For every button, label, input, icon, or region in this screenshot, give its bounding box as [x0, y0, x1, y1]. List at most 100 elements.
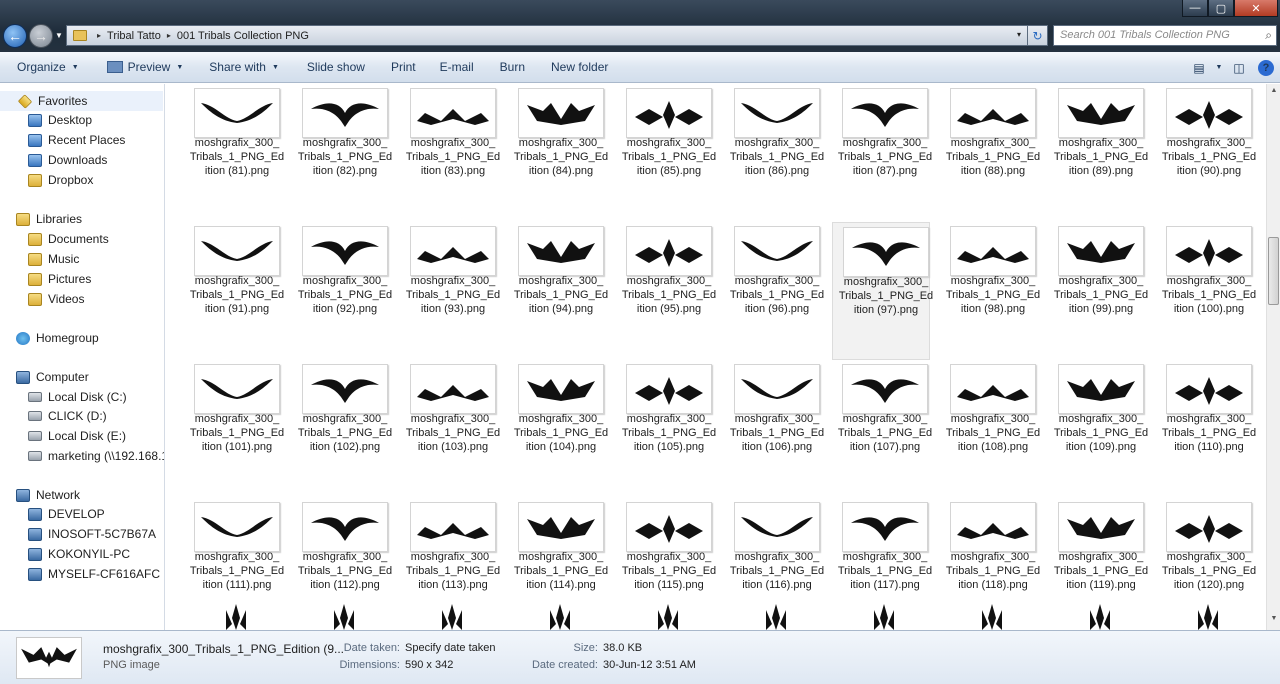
file-item[interactable]: moshgrafix_300_ Tribals_1_PNG_Ed ition (83…	[400, 84, 500, 222]
file-item[interactable]: moshgrafix_300_ Tribals_1_PNG_Ed ition (91…	[184, 222, 284, 360]
file-item[interactable]: moshgrafix_300_ Tribals_1_PNG_Ed ition (10…	[400, 360, 500, 498]
email-button[interactable]: E-mail	[432, 52, 482, 83]
file-item[interactable]: moshgrafix_300_ Tribals_1_PNG_Ed ition (10…	[292, 360, 392, 498]
sidebar-item-recent-places[interactable]: Recent Places	[28, 130, 125, 150]
file-item[interactable]: moshgrafix_300_ Tribals_1_PNG_Ed ition (10…	[724, 360, 824, 498]
preview-pane-button[interactable]: ◫	[1226, 52, 1252, 83]
sidebar-item-dropbox[interactable]: Dropbox	[28, 170, 93, 190]
sidebar-item-marketing-share[interactable]: marketing (\\192.168.1.	[28, 446, 164, 466]
file-item[interactable]: moshgrafix_300_ Tribals_1_PNG_Ed ition (86…	[724, 84, 824, 222]
sidebar-item-desktop[interactable]: Desktop	[28, 110, 92, 130]
sidebar-item-videos[interactable]: Videos	[28, 289, 84, 309]
vertical-scrollbar[interactable]: ▲ ▼	[1266, 84, 1280, 630]
file-item[interactable]: moshgrafix_300_ Tribals_1_PNG_Ed ition (10…	[184, 360, 284, 498]
file-item[interactable]: moshgrafix_300_ Tribals_1_PNG_Ed ition (94…	[508, 222, 608, 360]
sidebar-favorites[interactable]: Favorites	[0, 91, 163, 111]
burn-button[interactable]: Burn	[492, 52, 533, 83]
file-item[interactable]: moshgrafix_300_ Tribals_1_PNG_Ed ition (10…	[1048, 360, 1148, 498]
file-item[interactable]: moshgrafix_300_ Tribals_1_PNG_Ed ition (81…	[184, 84, 284, 222]
file-thumbnail-partial[interactable]	[870, 604, 898, 630]
breadcrumb-tribal-tatto[interactable]: Tribal Tatto	[107, 30, 161, 42]
sidebar-homegroup[interactable]: Homegroup	[16, 328, 99, 348]
sidebar-item-myself[interactable]: MYSELF-CF616AFC	[28, 564, 160, 584]
tribal-icon	[851, 103, 919, 127]
organize-button[interactable]: Organize ▼	[9, 52, 87, 83]
tribal-icon	[527, 379, 595, 401]
change-view-button[interactable]: ▤	[1186, 52, 1212, 83]
forward-button[interactable]: →	[29, 24, 53, 48]
file-item[interactable]: moshgrafix_300_ Tribals_1_PNG_Ed ition (88…	[940, 84, 1040, 222]
file-item[interactable]: moshgrafix_300_ Tribals_1_PNG_Ed ition (95…	[616, 222, 716, 360]
recent-pages-dropdown[interactable]: ▼	[55, 31, 63, 40]
breadcrumb-separator[interactable]: ▸	[167, 31, 171, 40]
help-button[interactable]: ?	[1258, 59, 1274, 76]
address-dropdown-icon[interactable]: ▾	[1017, 30, 1021, 39]
new-folder-button[interactable]: New folder	[543, 52, 616, 83]
file-item[interactable]: moshgrafix_300_ Tribals_1_PNG_Ed ition (97…	[832, 222, 933, 360]
file-thumbnail-partial[interactable]	[1194, 604, 1222, 630]
sidebar-item-local-disk-c[interactable]: Local Disk (C:)	[28, 387, 127, 407]
scroll-up-icon[interactable]: ▲	[1269, 87, 1279, 99]
sidebar-item-develop[interactable]: DEVELOP	[28, 504, 105, 524]
file-item[interactable]: moshgrafix_300_ Tribals_1_PNG_Ed ition (90…	[1156, 84, 1256, 222]
view-options-dropdown[interactable]: ▼	[1212, 52, 1226, 83]
maximize-button[interactable]: ▢	[1208, 0, 1234, 17]
file-thumbnail-partial[interactable]	[1086, 604, 1114, 630]
file-item[interactable]: moshgrafix_300_ Tribals_1_PNG_Ed ition (82…	[292, 84, 392, 222]
file-thumbnail-partial[interactable]	[222, 604, 250, 630]
file-item[interactable]: moshgrafix_300_ Tribals_1_PNG_Ed ition (96…	[724, 222, 824, 360]
breadcrumb-current-folder[interactable]: 001 Tribals Collection PNG	[177, 30, 309, 42]
share-with-button[interactable]: Share with ▼	[201, 52, 287, 83]
tribal-icon	[957, 247, 1029, 263]
sidebar-item-inosoft[interactable]: INOSOFT-5C7B67A	[28, 524, 156, 544]
search-input[interactable]: Search 001 Tribals Collection PNG ⌕	[1053, 25, 1277, 46]
file-item[interactable]: moshgrafix_300_ Tribals_1_PNG_Ed ition (10…	[508, 360, 608, 498]
file-item[interactable]: moshgrafix_300_ Tribals_1_PNG_Ed ition (98…	[940, 222, 1040, 360]
sidebar-libraries[interactable]: Libraries	[16, 209, 82, 229]
sidebar-network[interactable]: Network	[16, 485, 80, 505]
back-button[interactable]: ←	[3, 24, 27, 48]
scrollbar-thumb[interactable]	[1268, 237, 1279, 305]
file-thumbnail-partial[interactable]	[762, 604, 790, 630]
file-thumbnail-partial[interactable]	[978, 604, 1006, 630]
search-placeholder: Search 001 Tribals Collection PNG	[1060, 29, 1230, 41]
breadcrumb-separator[interactable]: ▸	[97, 31, 101, 40]
file-item[interactable]: moshgrafix_300_ Tribals_1_PNG_Ed ition (10…	[832, 360, 932, 498]
file-item[interactable]: moshgrafix_300_ Tribals_1_PNG_Ed ition (10…	[940, 360, 1040, 498]
file-item[interactable]: moshgrafix_300_ Tribals_1_PNG_Ed ition (93…	[400, 222, 500, 360]
file-item[interactable]: moshgrafix_300_ Tribals_1_PNG_Ed ition (11…	[1156, 360, 1256, 498]
sidebar-label: Dropbox	[48, 173, 94, 187]
search-icon[interactable]: ⌕	[1265, 28, 1272, 43]
file-thumbnail-partial[interactable]	[546, 604, 574, 630]
close-button[interactable]: ✕	[1234, 0, 1278, 17]
file-thumbnail	[302, 364, 388, 414]
scroll-down-icon[interactable]: ▼	[1269, 615, 1279, 627]
file-thumbnail-partial[interactable]	[330, 604, 358, 630]
address-bar[interactable]: ▸ Tribal Tatto ▸ 001 Tribals Collection …	[66, 25, 1028, 46]
sidebar-item-local-disk-e[interactable]: Local Disk (E:)	[28, 426, 126, 446]
file-thumbnail-partial[interactable]	[438, 604, 466, 630]
date-taken-value[interactable]: Specify date taken	[405, 642, 496, 654]
file-item[interactable]: moshgrafix_300_ Tribals_1_PNG_Ed ition (99…	[1048, 222, 1148, 360]
sidebar-item-documents[interactable]: Documents	[28, 229, 109, 249]
file-thumbnail-partial[interactable]	[654, 604, 682, 630]
sidebar-item-click-d[interactable]: CLICK (D:)	[28, 406, 107, 426]
print-button[interactable]: Print	[383, 52, 424, 83]
file-item[interactable]: moshgrafix_300_ Tribals_1_PNG_Ed ition (84…	[508, 84, 608, 222]
sidebar-item-pictures[interactable]: Pictures	[28, 269, 91, 289]
file-item[interactable]: moshgrafix_300_ Tribals_1_PNG_Ed ition (87…	[832, 84, 932, 222]
slide-show-button[interactable]: Slide show	[299, 52, 373, 83]
minimize-button[interactable]: —	[1182, 0, 1208, 17]
file-thumbnail	[302, 502, 388, 552]
sidebar-item-music[interactable]: Music	[28, 249, 79, 269]
file-item[interactable]: moshgrafix_300_ Tribals_1_PNG_Ed ition (92…	[292, 222, 392, 360]
sidebar-computer[interactable]: Computer	[16, 367, 89, 387]
sidebar-item-kokonyil[interactable]: KOKONYIL-PC	[28, 544, 130, 564]
refresh-button[interactable]: ↻	[1028, 25, 1048, 46]
file-item[interactable]: moshgrafix_300_ Tribals_1_PNG_Ed ition (10…	[1156, 222, 1256, 360]
file-item[interactable]: moshgrafix_300_ Tribals_1_PNG_Ed ition (85…	[616, 84, 716, 222]
file-item[interactable]: moshgrafix_300_ Tribals_1_PNG_Ed ition (89…	[1048, 84, 1148, 222]
sidebar-item-downloads[interactable]: Downloads	[28, 150, 107, 170]
file-item[interactable]: moshgrafix_300_ Tribals_1_PNG_Ed ition (10…	[616, 360, 716, 498]
preview-button[interactable]: Preview ▼	[99, 52, 192, 83]
